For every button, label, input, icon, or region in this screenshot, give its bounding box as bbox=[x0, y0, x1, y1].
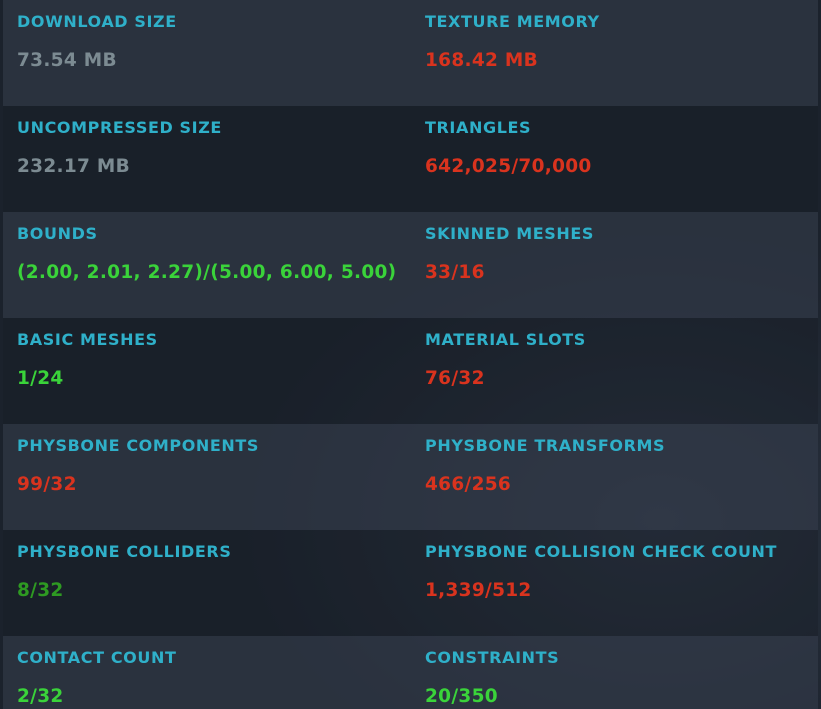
stat-label: DOWNLOAD SIZE bbox=[17, 12, 177, 31]
stat-value: 466/256 bbox=[425, 474, 512, 495]
stat-physbone-colliders: PHYSBONE COLLIDERS 8/32 bbox=[17, 530, 407, 636]
stats-row-3: BOUNDS (2.00, 2.01, 2.27)/(5.00, 6.00, 5… bbox=[3, 212, 818, 318]
stat-bounds: BOUNDS (2.00, 2.01, 2.27)/(5.00, 6.00, 5… bbox=[17, 212, 407, 318]
stat-label: BOUNDS bbox=[17, 224, 98, 243]
stat-download-size: DOWNLOAD SIZE 73.54 MB bbox=[17, 0, 407, 106]
stat-label: TEXTURE MEMORY bbox=[425, 12, 600, 31]
stat-label: TRIANGLES bbox=[425, 118, 532, 137]
stat-value: 76/32 bbox=[425, 368, 485, 389]
stat-value: 642,025/70,000 bbox=[425, 156, 592, 177]
stat-constraints: CONSTRAINTS 20/350 bbox=[425, 636, 815, 709]
stat-label: BASIC MESHES bbox=[17, 330, 158, 349]
stat-value: 33/16 bbox=[425, 262, 485, 283]
stat-label: PHYSBONE COLLISION CHECK COUNT bbox=[425, 542, 778, 561]
stat-value: 1/24 bbox=[17, 368, 64, 389]
stat-label: SKINNED MESHES bbox=[425, 224, 595, 243]
stat-uncompressed-size: UNCOMPRESSED SIZE 232.17 MB bbox=[17, 106, 407, 212]
stats-row-5: PHYSBONE COMPONENTS 99/32 PHYSBONE TRANS… bbox=[3, 424, 818, 530]
stat-label: MATERIAL SLOTS bbox=[425, 330, 586, 349]
stat-value: 1,339/512 bbox=[425, 580, 532, 601]
stat-physbone-collision-check-count: PHYSBONE COLLISION CHECK COUNT 1,339/512 bbox=[425, 530, 815, 636]
stat-value: 73.54 MB bbox=[17, 50, 117, 71]
stat-value: 168.42 MB bbox=[425, 50, 539, 71]
stats-row-4: BASIC MESHES 1/24 MATERIAL SLOTS 76/32 bbox=[3, 318, 818, 424]
stats-row-7: CONTACT COUNT 2/32 CONSTRAINTS 20/350 bbox=[3, 636, 818, 709]
stat-value: 232.17 MB bbox=[17, 156, 131, 177]
stat-basic-meshes: BASIC MESHES 1/24 bbox=[17, 318, 407, 424]
stat-label: UNCOMPRESSED SIZE bbox=[17, 118, 222, 137]
stats-row-2: UNCOMPRESSED SIZE 232.17 MB TRIANGLES 64… bbox=[3, 106, 818, 212]
stat-value: 2/32 bbox=[17, 686, 64, 707]
stat-triangles: TRIANGLES 642,025/70,000 bbox=[425, 106, 815, 212]
stat-value: 20/350 bbox=[425, 686, 498, 707]
stat-physbone-components: PHYSBONE COMPONENTS 99/32 bbox=[17, 424, 407, 530]
stat-value: (2.00, 2.01, 2.27)/(5.00, 6.00, 5.00) bbox=[17, 262, 397, 283]
stat-contact-count: CONTACT COUNT 2/32 bbox=[17, 636, 407, 709]
stat-material-slots: MATERIAL SLOTS 76/32 bbox=[425, 318, 815, 424]
stat-label: PHYSBONE COLLIDERS bbox=[17, 542, 232, 561]
stats-row-6: PHYSBONE COLLIDERS 8/32 PHYSBONE COLLISI… bbox=[3, 530, 818, 636]
stat-skinned-meshes: SKINNED MESHES 33/16 bbox=[425, 212, 815, 318]
stat-physbone-transforms: PHYSBONE TRANSFORMS 466/256 bbox=[425, 424, 815, 530]
stat-label: PHYSBONE COMPONENTS bbox=[17, 436, 260, 455]
stat-value: 99/32 bbox=[17, 474, 77, 495]
stat-label: PHYSBONE TRANSFORMS bbox=[425, 436, 666, 455]
stat-texture-memory: TEXTURE MEMORY 168.42 MB bbox=[425, 0, 815, 106]
stat-label: CONSTRAINTS bbox=[425, 648, 560, 667]
avatar-performance-stats-panel: DOWNLOAD SIZE 73.54 MB TEXTURE MEMORY 16… bbox=[0, 0, 821, 709]
stat-label: CONTACT COUNT bbox=[17, 648, 177, 667]
stat-value: 8/32 bbox=[17, 580, 64, 601]
stats-row-1: DOWNLOAD SIZE 73.54 MB TEXTURE MEMORY 16… bbox=[3, 0, 818, 106]
